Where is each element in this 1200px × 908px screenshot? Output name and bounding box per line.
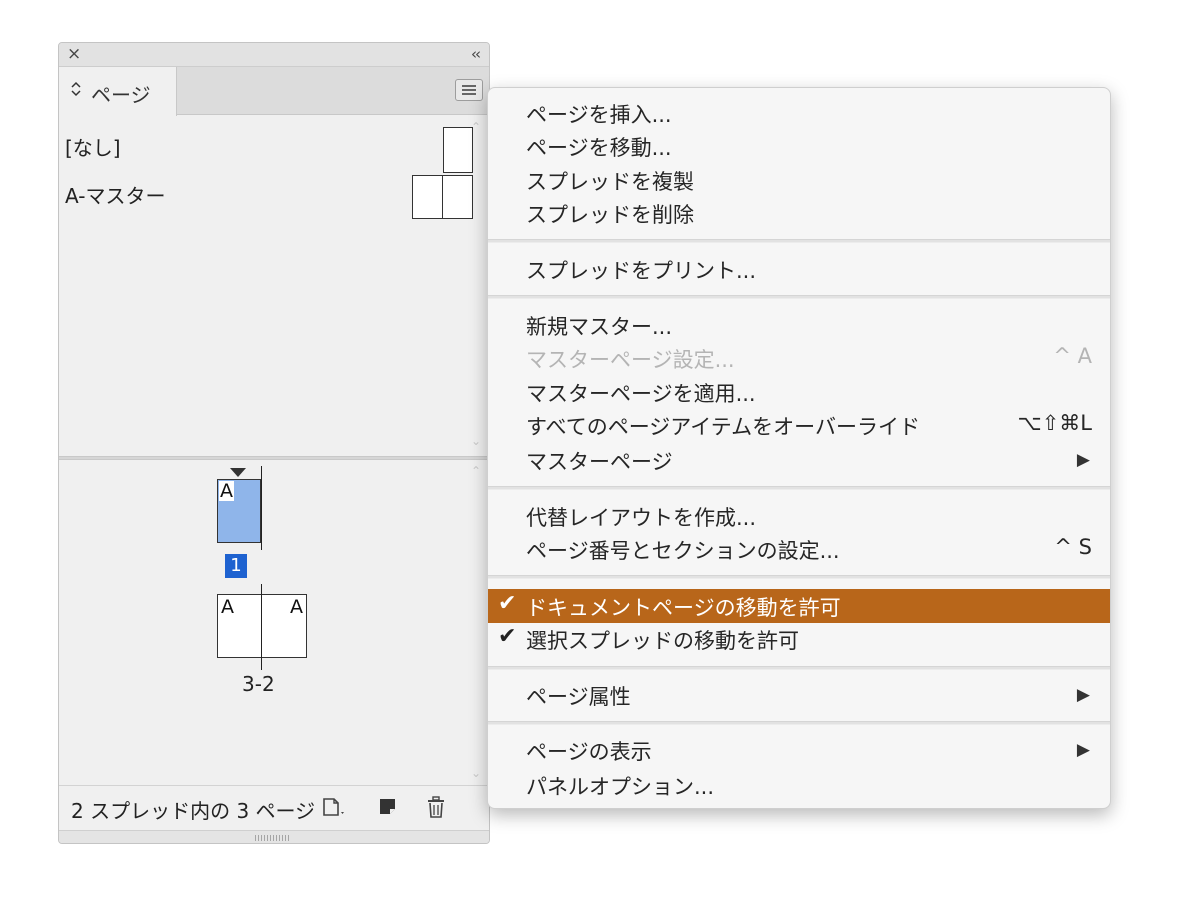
master-label: [なし]	[65, 136, 121, 160]
menu-item-label: ページの表示	[526, 740, 652, 764]
menu-item-label: ページ番号とセクションの設定...	[526, 539, 840, 563]
trash-icon[interactable]	[425, 796, 447, 824]
submenu-arrow-icon: ▶	[1076, 685, 1090, 705]
menu-item-label: マスターページ設定...	[526, 348, 735, 372]
tab-arrows-icon	[71, 81, 81, 98]
page-1-thumbnail[interactable]: A	[217, 479, 261, 543]
menu-separator	[488, 575, 1110, 579]
menu-item-label: ページを挿入...	[526, 103, 672, 127]
spread-3-2-thumbnail[interactable]: A A	[217, 594, 307, 658]
page-1-spine	[261, 466, 262, 550]
menu-item-numbering-section[interactable]: ページ番号とセクションの設定... ^ S	[488, 532, 1110, 566]
masters-section: [なし] A-マスター ⌃ ⌄	[59, 116, 489, 456]
tab-pages-label: ページ	[91, 83, 151, 107]
menu-item-duplicate-spread[interactable]: スプレッドを複製	[488, 163, 1110, 197]
menu-item-label: スプレッドを削除	[526, 203, 694, 227]
page-1-master-letter: A	[219, 480, 234, 502]
submenu-arrow-icon: ▶	[1076, 450, 1090, 470]
menu-separator	[488, 666, 1110, 670]
spread-spine	[261, 584, 262, 670]
current-spread-indicator-icon	[230, 468, 246, 477]
menu-item-insert-pages[interactable]: ページを挿入...	[488, 96, 1110, 130]
menu-item-master-options: マスターページ設定... ^ A	[488, 341, 1110, 375]
page-1-number[interactable]: 1	[225, 554, 247, 578]
menu-item-shortcut: ^ S	[1054, 535, 1092, 559]
pages-scroll-down-icon[interactable]: ⌄	[471, 766, 481, 780]
menu-item-label: スプレッドをプリント...	[526, 259, 757, 283]
menu-item-shortcut: ⌥⇧⌘L	[1017, 411, 1093, 435]
panel-footer: 2 スプレッド内の 3 ページ	[59, 785, 489, 830]
menu-item-label: スプレッドを複製	[526, 170, 694, 194]
menu-separator	[488, 239, 1110, 243]
pages-section: A 1 A A 3-2 ⌃ ⌄	[59, 460, 489, 785]
menu-item-label: マスターページを適用...	[526, 382, 756, 406]
menu-item-page-attributes[interactable]: ページ属性 ▶	[488, 678, 1110, 712]
checkmark-icon: ✔	[498, 591, 517, 616]
panel-titlebar: × ‹‹	[59, 43, 489, 67]
master-a-thumbnail	[412, 175, 473, 219]
tab-pages[interactable]: ページ	[59, 67, 177, 116]
menu-separator	[488, 721, 1110, 725]
checkmark-icon: ✔	[498, 624, 517, 649]
menu-item-view-pages[interactable]: ページの表示 ▶	[488, 733, 1110, 767]
edit-page-size-icon[interactable]	[321, 796, 347, 824]
menu-item-label: すべてのページアイテムをオーバーライド	[526, 415, 920, 439]
close-icon[interactable]: ×	[67, 44, 81, 64]
new-page-icon[interactable]	[377, 796, 399, 822]
resize-grip[interactable]	[59, 830, 489, 843]
menu-item-new-master[interactable]: 新規マスター...	[488, 308, 1110, 342]
spread-number: 3-2	[242, 672, 275, 696]
menu-item-allow-selected-spread-shuffle[interactable]: ✔ 選択スプレッドの移動を許可	[488, 622, 1110, 656]
menu-item-alternate-layout[interactable]: 代替レイアウトを作成...	[488, 499, 1110, 533]
scroll-up-icon[interactable]: ⌃	[471, 120, 481, 134]
panel-menu-icon[interactable]	[455, 79, 483, 101]
menu-item-allow-document-pages-shuffle[interactable]: ✔ ドキュメントページの移動を許可	[488, 589, 1110, 623]
scroll-down-icon[interactable]: ⌄	[471, 434, 481, 448]
menu-item-label: 選択スプレッドの移動を許可	[526, 629, 799, 653]
menu-separator	[488, 486, 1110, 490]
collapse-icon[interactable]: ‹‹	[471, 45, 481, 63]
menu-item-label: ページを移動...	[526, 136, 672, 160]
menu-item-print-spread[interactable]: スプレッドをプリント...	[488, 252, 1110, 286]
menu-item-move-pages[interactable]: ページを移動...	[488, 129, 1110, 163]
menu-item-panel-options[interactable]: パネルオプション...	[488, 768, 1110, 802]
menu-item-override-all[interactable]: すべてのページアイテムをオーバーライド ⌥⇧⌘L	[488, 408, 1110, 442]
spread-right-master-letter: A	[290, 596, 303, 618]
spread-left-master-letter: A	[221, 596, 234, 618]
panel-context-menu: ページを挿入... ページを移動... スプレッドを複製 スプレッドを削除 スプ…	[487, 87, 1111, 809]
menu-item-shortcut: ^ A	[1053, 344, 1092, 368]
submenu-arrow-icon: ▶	[1076, 740, 1090, 760]
page-count-status: 2 スプレッド内の 3 ページ	[71, 799, 316, 823]
pages-scroll-up-icon[interactable]: ⌃	[471, 464, 481, 478]
pages-panel: × ‹‹ ページ [なし] A-マスター ⌃ ⌄ A 1 A A 3-2 ⌃ ⌄…	[58, 42, 490, 844]
menu-item-label: 代替レイアウトを作成...	[526, 506, 757, 530]
menu-item-label: 新規マスター...	[526, 315, 673, 339]
menu-item-label: ドキュメントページの移動を許可	[526, 596, 841, 620]
master-none-thumbnail	[443, 127, 473, 173]
menu-item-label: パネルオプション...	[526, 775, 715, 799]
menu-item-master-pages[interactable]: マスターページ ▶	[488, 443, 1110, 477]
menu-item-label: ページ属性	[526, 685, 631, 709]
master-item-none[interactable]: [なし]	[59, 124, 489, 173]
master-label: A-マスター	[65, 184, 166, 208]
panel-tabbar: ページ	[59, 67, 489, 116]
master-item-a[interactable]: A-マスター	[59, 172, 489, 219]
menu-item-delete-spread[interactable]: スプレッドを削除	[488, 196, 1110, 230]
menu-item-apply-master[interactable]: マスターページを適用...	[488, 375, 1110, 409]
menu-item-label: マスターページ	[526, 450, 673, 474]
menu-separator	[488, 295, 1110, 299]
